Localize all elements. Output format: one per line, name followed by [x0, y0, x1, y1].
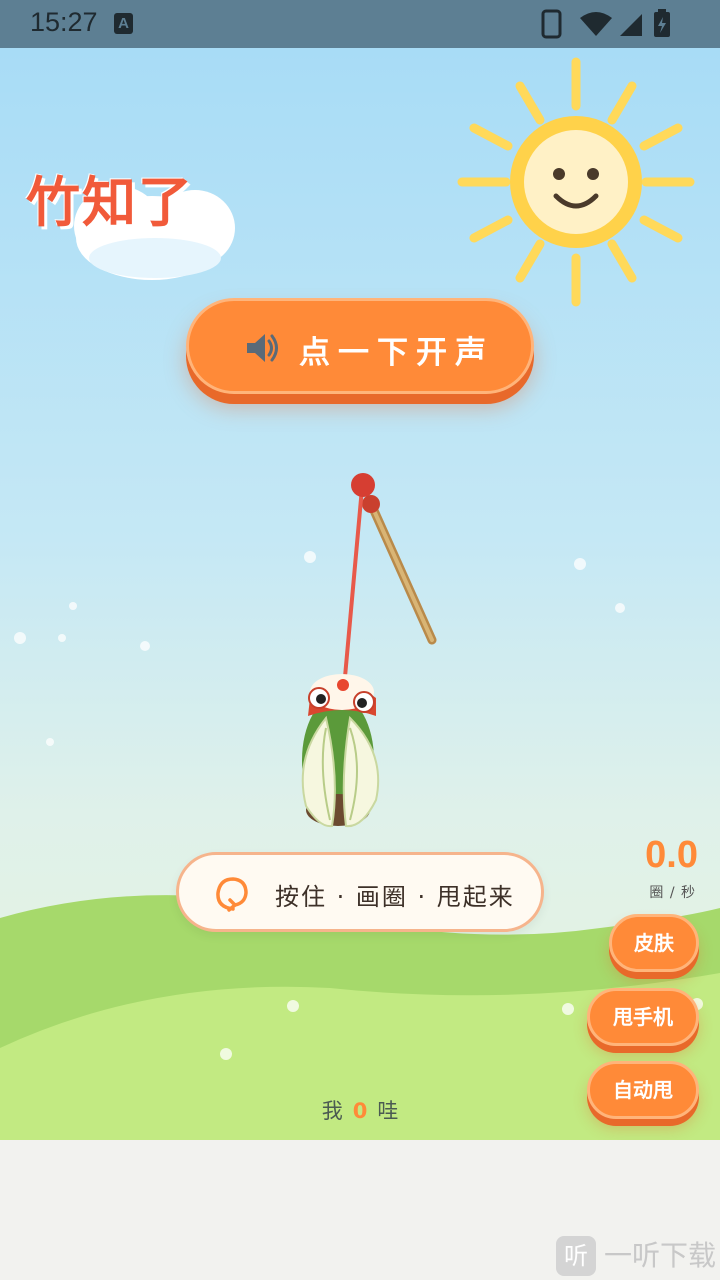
shake-phone-button[interactable]: 甩手机	[587, 988, 699, 1046]
cicada-toy-icon	[301, 674, 380, 828]
speaker-icon	[247, 334, 278, 362]
gesture-hint: 按住 · 画圈 · 甩起来	[176, 852, 544, 932]
signal-icon	[620, 14, 642, 36]
status-time: 15:27	[30, 7, 98, 37]
smiling-sun-icon	[457, 57, 695, 307]
circle-gesture-icon	[216, 877, 248, 912]
app-title: 竹知了	[26, 171, 194, 234]
gesture-hint-label: 按住 · 画圈 · 甩起来	[275, 883, 515, 911]
bottom-area: 听 一听下载	[0, 1140, 720, 1280]
wifi-icon	[580, 12, 612, 36]
bamboo-stick	[362, 495, 437, 645]
chirp-counter: 我0哇	[0, 1095, 720, 1125]
skin-button[interactable]: 皮肤	[609, 914, 699, 972]
watermark: 听 一听下载	[555, 1236, 716, 1280]
status-icons	[541, 9, 670, 39]
tap-to-enable-sound-button[interactable]: 点一下开声	[186, 298, 534, 394]
watermark-text: 一听下载	[603, 1239, 716, 1272]
watermark-logo-icon: 听	[555, 1236, 596, 1276]
text-input-indicator-icon: A	[114, 13, 133, 34]
counter-suffix: 哇	[377, 1099, 399, 1123]
phone-icon	[541, 9, 562, 39]
sound-button-label: 点一下开声	[299, 335, 494, 371]
rotation-speed-value: 0.0	[645, 834, 698, 876]
status-bar: 15:27 A	[0, 0, 720, 48]
swing-string	[342, 487, 364, 689]
counter-prefix: 我	[321, 1099, 343, 1123]
battery-icon	[654, 9, 670, 37]
string-knot	[351, 473, 375, 497]
counter-value: 0	[352, 1099, 368, 1123]
rotation-speed-unit: 圈 / 秒	[649, 885, 696, 901]
game-scene[interactable]: 竹知了 点一下开声 按住 · 画圈 · 甩起来 0.0 圈 / 秒 皮肤 甩手机…	[0, 48, 720, 1140]
